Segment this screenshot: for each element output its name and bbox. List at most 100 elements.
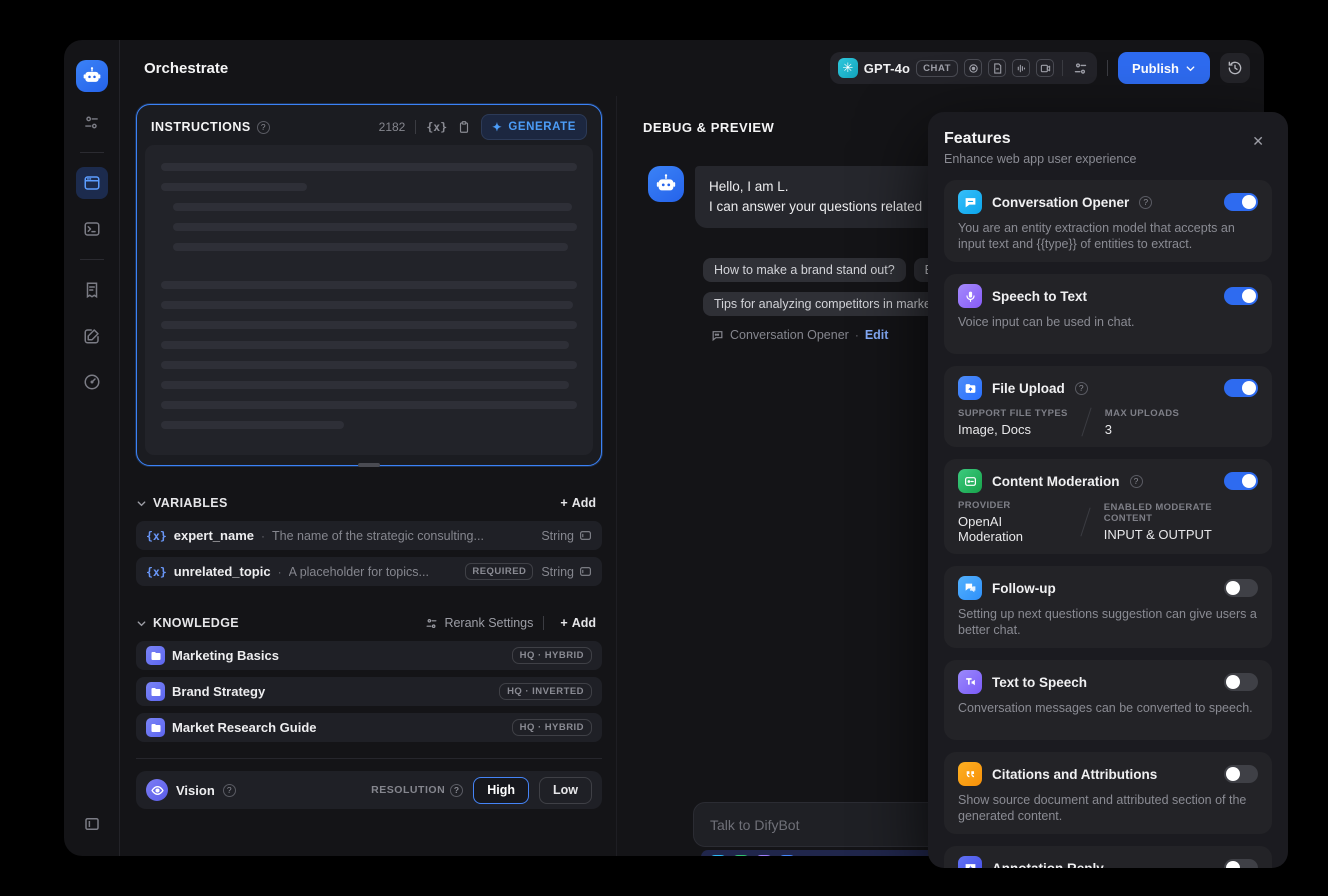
feature-title: Annotation Reply (992, 860, 1104, 869)
rerank-settings-button[interactable]: Rerank Settings (425, 616, 533, 630)
help-icon[interactable]: ? (1129, 474, 1143, 488)
annotation-reply-icon (958, 856, 982, 868)
resolution-high-button[interactable]: High (473, 776, 529, 804)
copy-icon[interactable] (457, 120, 471, 134)
add-label: Add (571, 616, 596, 630)
generate-button[interactable]: ✦ GENERATE (481, 114, 587, 140)
variable-name: expert_name (173, 528, 254, 543)
suggestion-chip[interactable]: Tips for analyzing competitors in market (703, 292, 946, 316)
resolution-low-button[interactable]: Low (539, 776, 592, 804)
file-upload-mini-icon (778, 855, 796, 856)
feature-toggle[interactable] (1224, 287, 1258, 305)
help-icon[interactable]: ? (1074, 381, 1088, 395)
feature-title: Content Moderation (992, 473, 1120, 489)
sidebar-item-api[interactable] (76, 213, 108, 245)
feature-toggle[interactable] (1224, 193, 1258, 211)
redacted-text-line (161, 381, 569, 389)
chevron-down-icon[interactable] (136, 618, 147, 629)
content-moderation-icon (958, 469, 982, 493)
model-settings-icon[interactable] (76, 106, 108, 138)
chat-bubble-icon (712, 330, 723, 341)
knowledge-row[interactable]: Market Research Guide HQ · HYBRID (136, 713, 602, 742)
add-knowledge-button[interactable]: + Add (554, 615, 602, 631)
feature-stat: PROVIDER OpenAI Moderation (958, 500, 1024, 544)
robot-icon (83, 67, 100, 82)
redacted-text-line (161, 401, 577, 409)
citations-icon (958, 762, 982, 786)
insert-variable-icon[interactable]: {x} (426, 120, 447, 134)
features-panel-subtitle: Enhance web app user experience (944, 152, 1137, 166)
sidebar-item-logs[interactable] (76, 274, 108, 306)
chevron-down-icon[interactable] (136, 498, 147, 509)
knowledge-row[interactable]: Brand Strategy HQ · INVERTED (136, 677, 602, 706)
variables-header: VARIABLES + Add (136, 492, 602, 514)
opener-label: Conversation Opener (730, 328, 849, 342)
plus-icon: + (560, 496, 568, 510)
file-upload-icon (958, 376, 982, 400)
version-history-button[interactable] (1220, 53, 1250, 83)
stat-divider (1081, 407, 1092, 437)
variables-title: VARIABLES (153, 496, 228, 510)
feature-toggle[interactable] (1224, 859, 1258, 868)
app-logo[interactable] (75, 60, 108, 92)
help-icon[interactable]: ? (1139, 195, 1153, 209)
orchestrate-panel: INSTRUCTIONS ? 2182 {x} ✦ GENERATE VARIA… (120, 96, 616, 856)
sidebar-item-monitoring[interactable] (76, 366, 108, 398)
redacted-text-line (161, 281, 577, 289)
knowledge-row[interactable]: Marketing Basics HQ · HYBRID (136, 641, 602, 670)
vision-capability-icon (964, 59, 983, 77)
variable-row[interactable]: {x} expert_name · The name of the strate… (136, 521, 602, 550)
vision-icon (146, 779, 168, 801)
variable-desc: The name of the strategic consulting... (272, 528, 484, 543)
screen: Orchestrate ✳ GPT-4o CHAT Publish INSTRU… (0, 0, 1328, 896)
feature-toggle[interactable] (1224, 472, 1258, 490)
knowledge-name: Marketing Basics (172, 648, 279, 663)
edit-opener-link[interactable]: Edit (865, 328, 889, 342)
resolution-label: RESOLUTION? (371, 783, 464, 797)
feature-stat: SUPPORT FILE TYPES Image, Docs (958, 407, 1068, 437)
publish-label: Publish (1132, 60, 1179, 76)
suggestion-chip[interactable]: How to make a brand stand out? (703, 258, 906, 282)
sidebar-item-annotations[interactable] (76, 320, 108, 352)
variable-row[interactable]: {x} unrelated_topic · A placeholder for … (136, 557, 602, 586)
char-count: 2182 (378, 120, 406, 134)
speech-to-text-mini-icon (755, 855, 773, 856)
toolbar-divider (415, 120, 417, 134)
feature-desc: Conversation messages can be converted t… (958, 701, 1253, 715)
model-selector[interactable]: ✳ GPT-4o CHAT (829, 52, 1098, 84)
add-variable-button[interactable]: + Add (554, 495, 602, 511)
collapse-sidebar-icon[interactable] (76, 808, 108, 840)
feature-card-text-to-speech: Text to Speech Conversation messages can… (944, 660, 1272, 740)
close-icon[interactable]: ✕ (1246, 132, 1270, 151)
follow-up-icon (958, 576, 982, 600)
variable-name: unrelated_topic (173, 564, 271, 579)
help-icon[interactable]: ? (256, 120, 270, 134)
instructions-editor[interactable] (145, 145, 593, 455)
model-params-icon[interactable] (1071, 59, 1089, 77)
help-icon[interactable]: ? (222, 783, 236, 797)
content-moderation-mini-icon (732, 855, 750, 856)
generate-label: GENERATE (508, 121, 576, 133)
input-type-icon (580, 567, 591, 576)
feature-toggle[interactable] (1224, 579, 1258, 597)
feature-toggle[interactable] (1224, 673, 1258, 691)
help-icon[interactable]: ? (450, 783, 464, 797)
feature-toggle[interactable] (1224, 765, 1258, 783)
video-capability-icon (1036, 59, 1055, 77)
feature-card-speech-to-text: Speech to Text Voice input can be used i… (944, 274, 1272, 354)
sidebar-item-orchestrate[interactable] (75, 167, 108, 199)
instructions-panel: INSTRUCTIONS ? 2182 {x} ✦ GENERATE (136, 104, 602, 467)
conversation-opener-row: Conversation Opener · Edit (711, 328, 888, 342)
required-badge: REQUIRED (465, 563, 534, 580)
knowledge-name: Brand Strategy (172, 684, 266, 699)
history-icon (1228, 61, 1242, 75)
feature-stat: ENABLED MODERATE CONTENT INPUT & OUTPUT (1103, 502, 1213, 542)
publish-button[interactable]: Publish (1118, 52, 1210, 84)
resize-handle[interactable] (358, 463, 380, 467)
redacted-text-line (161, 361, 577, 369)
variable-icon: {x} (146, 564, 167, 579)
dot-separator: · (261, 528, 265, 543)
vision-row: Vision ? RESOLUTION? High Low (136, 771, 602, 809)
header-divider (1107, 60, 1109, 76)
feature-toggle[interactable] (1224, 379, 1258, 397)
